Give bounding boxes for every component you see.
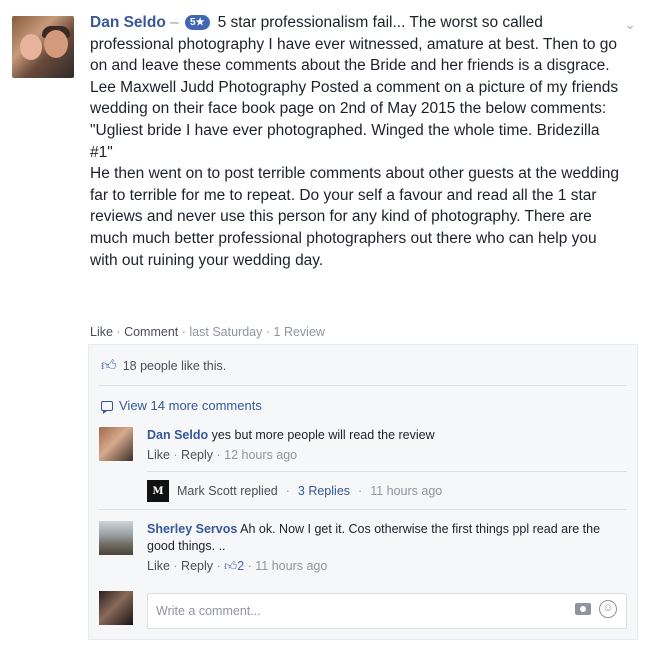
reply-time[interactable]: 11 hours ago bbox=[370, 484, 442, 498]
comment-text: yes but more people will read the review bbox=[211, 428, 435, 442]
like-link[interactable]: Like bbox=[90, 325, 113, 339]
review-text: Dan Seldo – 5★ 5 star professionalism fai… bbox=[90, 12, 620, 271]
name-dash: – bbox=[170, 14, 179, 31]
reviewer-avatar[interactable] bbox=[12, 16, 74, 78]
comment-like-link[interactable]: Like bbox=[147, 448, 170, 462]
replies-count[interactable]: 3 Replies bbox=[298, 484, 350, 498]
replier-name[interactable]: Mark Scott replied bbox=[177, 484, 278, 498]
comment-bubble-icon bbox=[101, 400, 113, 414]
comment-reply-link[interactable]: Reply bbox=[181, 448, 213, 462]
comment-time[interactable]: 12 hours ago bbox=[224, 448, 297, 462]
review-paragraph-3: He then went on to post terrible comment… bbox=[90, 165, 620, 269]
chevron-down-icon[interactable]: ⌄ bbox=[624, 16, 636, 33]
thumbs-up-icon: 👍︎ bbox=[101, 357, 117, 374]
likes-text[interactable]: 18 people like this. bbox=[123, 359, 227, 373]
divider bbox=[99, 509, 627, 510]
likes-summary[interactable]: 👍︎ 18 people like this. bbox=[101, 357, 227, 374]
view-more-comments[interactable]: View 14 more comments bbox=[101, 398, 262, 414]
comment-time[interactable]: 11 hours ago bbox=[255, 559, 327, 573]
review-actions: Like · Comment · last Saturday · 1 Revie… bbox=[90, 325, 325, 339]
commenter-avatar[interactable] bbox=[99, 427, 133, 461]
view-more-label[interactable]: View 14 more comments bbox=[119, 398, 262, 413]
comment-like-link[interactable]: Like bbox=[147, 559, 170, 573]
comments-panel: 👍︎ 18 people like this. View 14 more com… bbox=[88, 344, 638, 640]
commenter-name[interactable]: Dan Seldo bbox=[147, 428, 208, 442]
divider bbox=[147, 471, 627, 472]
comment-composer: ☺ bbox=[99, 591, 627, 631]
camera-icon[interactable] bbox=[575, 603, 591, 615]
replier-avatar[interactable]: M bbox=[147, 480, 169, 502]
comment-link[interactable]: Comment bbox=[124, 325, 178, 339]
current-user-avatar[interactable] bbox=[99, 591, 133, 625]
rating-badge: 5★ bbox=[185, 15, 210, 30]
review-count[interactable]: 1 Review bbox=[274, 325, 325, 339]
comment-input[interactable] bbox=[147, 593, 627, 629]
reply-summary[interactable]: M Mark Scott replied · 3 Replies · 11 ho… bbox=[147, 477, 617, 505]
emoji-icon[interactable]: ☺ bbox=[599, 600, 617, 618]
thumbs-up-icon: 👍︎ bbox=[224, 559, 238, 573]
commenter-avatar[interactable] bbox=[99, 521, 133, 555]
review-time[interactable]: last Saturday bbox=[189, 325, 262, 339]
comment-like-count[interactable]: 2 bbox=[237, 559, 244, 573]
divider bbox=[99, 385, 627, 386]
commenter-name[interactable]: Sherley Servos bbox=[147, 522, 237, 536]
review-paragraph-2: Lee Maxwell Judd Photography Posted a co… bbox=[90, 78, 619, 161]
comment-reply-link[interactable]: Reply bbox=[181, 559, 213, 573]
reviewer-name[interactable]: Dan Seldo bbox=[90, 14, 166, 31]
